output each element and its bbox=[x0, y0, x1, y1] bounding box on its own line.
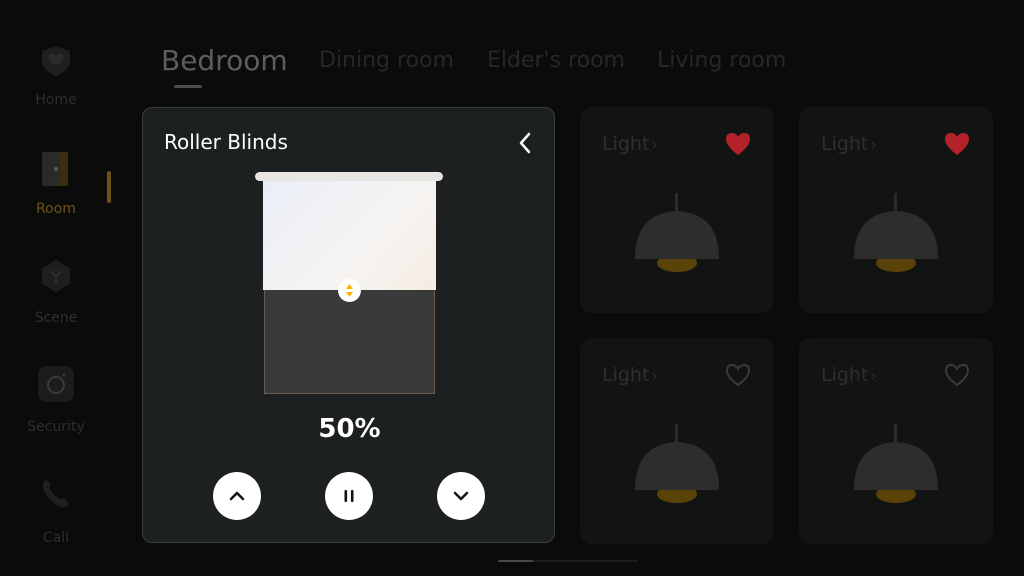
light-card[interactable]: Light › bbox=[799, 107, 993, 313]
blind-down-button[interactable] bbox=[437, 472, 485, 520]
light-card-title[interactable]: Light › bbox=[821, 133, 877, 155]
sidebar-item-label: Home bbox=[35, 92, 77, 108]
back-chevron-icon[interactable] bbox=[513, 130, 537, 156]
chevron-right-icon: › bbox=[651, 135, 658, 154]
pause-icon bbox=[344, 490, 354, 502]
chevron-right-icon: › bbox=[651, 366, 658, 385]
tab-bedroom[interactable]: Bedroom bbox=[161, 44, 288, 77]
blind-rail bbox=[255, 172, 443, 181]
sidebar-item-label: Scene bbox=[34, 310, 78, 326]
light-card-label: Light bbox=[602, 133, 650, 155]
sidebar-item-label: Room bbox=[36, 201, 76, 217]
pendant-lamp-icon bbox=[854, 193, 938, 272]
heart-outline-icon[interactable] bbox=[724, 362, 752, 388]
pendant-lamp-icon bbox=[635, 193, 719, 272]
blind-position-percent: 50% bbox=[318, 414, 381, 444]
light-card-label: Light bbox=[602, 364, 650, 386]
chevron-right-icon: › bbox=[870, 135, 877, 154]
light-card-label: Light bbox=[821, 133, 869, 155]
heart-outline-icon[interactable] bbox=[943, 362, 971, 388]
sidebar-item-label: Security bbox=[27, 419, 85, 435]
blind-up-button[interactable] bbox=[213, 472, 261, 520]
camera-icon bbox=[38, 366, 74, 402]
page-scroll-indicator[interactable] bbox=[498, 560, 638, 562]
sidebar-item-room[interactable]: Room bbox=[0, 120, 112, 230]
sidebar-item-security[interactable]: Security bbox=[0, 338, 112, 448]
sidebar: Home Room Scene Security Call bbox=[0, 0, 112, 576]
hexagon-icon bbox=[42, 260, 70, 292]
heart-shield-icon bbox=[42, 46, 70, 76]
light-card-title[interactable]: Light › bbox=[602, 364, 658, 386]
light-card-title[interactable]: Light › bbox=[821, 364, 877, 386]
sidebar-active-indicator bbox=[107, 171, 111, 203]
chevron-right-icon: › bbox=[870, 366, 877, 385]
light-card-title[interactable]: Light › bbox=[602, 133, 658, 155]
chevron-up-icon bbox=[229, 491, 245, 501]
heart-filled-icon[interactable] bbox=[943, 131, 971, 157]
sidebar-item-scene[interactable]: Scene bbox=[0, 230, 112, 338]
door-icon bbox=[42, 152, 68, 186]
tab-elders-room[interactable]: Elder's room bbox=[487, 48, 625, 73]
sidebar-item-home[interactable]: Home bbox=[0, 0, 112, 120]
roller-blinds-panel: Roller Blinds 50% bbox=[142, 107, 555, 543]
chevron-down-icon bbox=[453, 491, 469, 501]
tab-underline bbox=[174, 85, 202, 88]
tab-living-room[interactable]: Living room bbox=[657, 48, 786, 73]
sidebar-item-label: Call bbox=[42, 530, 70, 546]
panel-title: Roller Blinds bbox=[164, 130, 288, 154]
light-card[interactable]: Light › bbox=[580, 338, 774, 544]
blind-drag-handle[interactable] bbox=[338, 279, 361, 302]
blind-fabric bbox=[263, 180, 436, 290]
pendant-lamp-icon bbox=[854, 424, 938, 503]
sidebar-item-call[interactable]: Call bbox=[0, 448, 112, 558]
tab-dining-room[interactable]: Dining room bbox=[319, 48, 454, 73]
blind-pause-button[interactable] bbox=[325, 472, 373, 520]
phone-icon bbox=[42, 480, 69, 508]
up-down-arrows-icon bbox=[346, 284, 353, 297]
heart-filled-icon[interactable] bbox=[724, 131, 752, 157]
light-card[interactable]: Light › bbox=[799, 338, 993, 544]
page-scroll-thumb[interactable] bbox=[498, 560, 533, 562]
light-card-label: Light bbox=[821, 364, 869, 386]
light-card[interactable]: Light › bbox=[580, 107, 774, 313]
pendant-lamp-icon bbox=[635, 424, 719, 503]
